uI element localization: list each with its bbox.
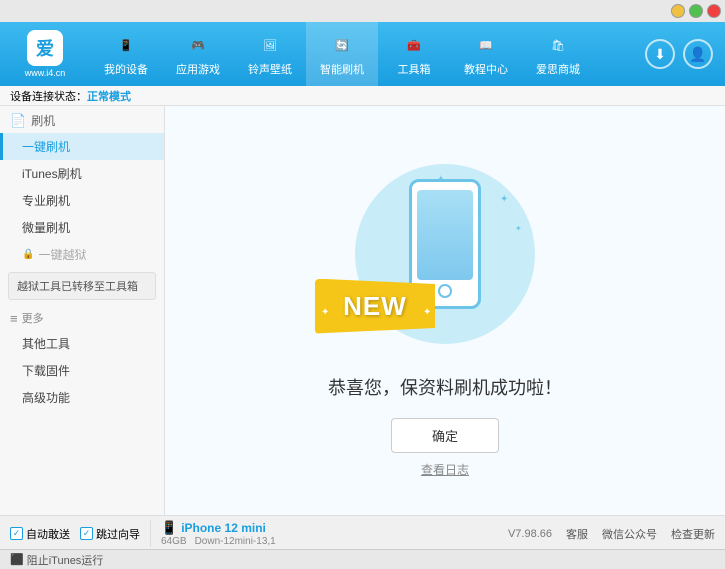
- success-illustration: ✦ ✦ ✦ ✧ NEW ✦ ✦: [305, 144, 585, 364]
- connection-status: 正常模式: [87, 88, 131, 104]
- minimize-button[interactable]: [671, 4, 685, 18]
- flash-section-icon: 📄: [10, 113, 26, 129]
- footer-upper: ✓ 自动敢送 ✓ 跳过向导 📱 iPhone 12 mini 64GB Down…: [0, 516, 725, 549]
- user-button[interactable]: 👤: [683, 39, 713, 69]
- my-device-icon: 📱: [112, 31, 140, 59]
- phone-screen: [417, 190, 473, 280]
- skip-wizard-check-icon: ✓: [80, 527, 93, 540]
- nav-items: 📱 我的设备 🎮 应用游戏 🖼 铃声壁纸 🔄 智能刷机 🧰 工具箱 📖 教程中心…: [90, 22, 645, 86]
- header-right: ⬇ 👤: [645, 39, 725, 69]
- nav-my-device-label: 我的设备: [104, 61, 148, 77]
- skip-wizard-checkbox[interactable]: ✓ 跳过向导: [80, 526, 140, 542]
- nav-smart-flash[interactable]: 🔄 智能刷机: [306, 22, 378, 86]
- phone-home-button: [438, 284, 452, 298]
- sidebar-info-box: 越狱工具已转移至工具箱: [8, 272, 156, 300]
- nav-tutorial-label: 教程中心: [464, 61, 508, 77]
- device-info: 📱 iPhone 12 mini 64GB Down-12mini-13,1: [150, 520, 276, 547]
- skip-wizard-label: 跳过向导: [96, 526, 140, 542]
- connection-label: 设备连接状态：: [10, 88, 87, 104]
- nav-wallpaper-label: 铃声壁纸: [248, 61, 292, 77]
- auto-send-checkbox[interactable]: ✓ 自动敢送: [10, 526, 70, 542]
- sidebar-section-more: ≡ 更多: [0, 304, 164, 330]
- close-button[interactable]: [707, 4, 721, 18]
- sidebar-item-other-tools[interactable]: 其他工具: [0, 330, 164, 357]
- sparkle-2: ✦: [500, 194, 508, 205]
- header: 爱 www.i4.cn 📱 我的设备 🎮 应用游戏 🖼 铃声壁纸 🔄 智能刷机 …: [0, 22, 725, 86]
- nav-mall-label: 爱思商城: [536, 61, 580, 77]
- version-label: V7.98.66: [508, 528, 552, 540]
- sparkle-3: ✦: [515, 224, 522, 233]
- footer: ✓ 自动敢送 ✓ 跳过向导 📱 iPhone 12 mini 64GB Down…: [0, 515, 725, 569]
- sidebar: 📄 刷机 一键刷机 iTunes刷机 专业刷机 微量刷机 🔒 一键越狱 越狱工具…: [0, 106, 165, 515]
- banner-text: NEW: [343, 291, 407, 322]
- lock-icon: 🔒: [22, 249, 34, 260]
- footer-right-links: V7.98.66 客服 微信公众号 检查更新: [508, 526, 715, 542]
- device-icon: 📱: [161, 520, 177, 536]
- customer-service-link[interactable]: 客服: [566, 526, 588, 542]
- nav-tutorial[interactable]: 📖 教程中心: [450, 22, 522, 86]
- nav-mall[interactable]: 🛍 爱思商城: [522, 22, 594, 86]
- check-update-link[interactable]: 检查更新: [671, 526, 715, 542]
- auto-send-check-icon: ✓: [10, 527, 23, 540]
- title-bar: [0, 0, 725, 22]
- tutorial-icon: 📖: [472, 31, 500, 59]
- logo-url: www.i4.cn: [25, 68, 66, 78]
- sidebar-item-data-flash[interactable]: 微量刷机: [0, 214, 164, 241]
- banner-star-left: ✦: [321, 307, 329, 318]
- goto-daily-link[interactable]: 查看日志: [421, 461, 469, 478]
- sidebar-item-pro-flash[interactable]: 专业刷机: [0, 187, 164, 214]
- nav-apps-games[interactable]: 🎮 应用游戏: [162, 22, 234, 86]
- logo-icon: 爱: [27, 30, 63, 66]
- banner-star-right: ✦: [423, 307, 431, 318]
- content-area: ✦ ✦ ✦ ✧ NEW ✦ ✦ 恭喜您，保资料刷机成功啦！ 确定 查看日志: [165, 106, 725, 515]
- device-model: Down-12mini-13,1: [195, 536, 276, 547]
- more-section-icon: ≡: [10, 311, 18, 326]
- connection-status-bar: 设备连接状态： 正常模式: [0, 86, 725, 106]
- stop-itunes-icon: ⬛: [10, 553, 24, 566]
- stop-itunes-label: 阻止iTunes运行: [27, 552, 104, 568]
- sidebar-item-download-firmware[interactable]: 下载固件: [0, 357, 164, 384]
- footer-lower: ⬛ 阻止iTunes运行: [0, 549, 725, 569]
- device-storage: 64GB: [161, 536, 187, 547]
- footer-checkboxes: ✓ 自动敢送 ✓ 跳过向导: [10, 526, 140, 542]
- flash-section-label: 刷机: [31, 112, 55, 129]
- device-name: iPhone 12 mini: [181, 521, 266, 535]
- sidebar-item-itunes-flash[interactable]: iTunes刷机: [0, 160, 164, 187]
- sidebar-item-one-click-flash[interactable]: 一键刷机: [0, 133, 164, 160]
- logo[interactable]: 爱 www.i4.cn: [0, 30, 90, 78]
- smart-flash-icon: 🔄: [328, 31, 356, 59]
- wallpaper-icon: 🖼: [256, 31, 284, 59]
- mall-icon: 🛍: [544, 31, 572, 59]
- nav-smart-flash-label: 智能刷机: [320, 61, 364, 77]
- confirm-button[interactable]: 确定: [391, 418, 499, 453]
- nav-toolbox[interactable]: 🧰 工具箱: [378, 22, 450, 86]
- success-message: 恭喜您，保资料刷机成功啦！: [328, 374, 562, 400]
- nav-my-device[interactable]: 📱 我的设备: [90, 22, 162, 86]
- nav-wallpaper[interactable]: 🖼 铃声壁纸: [234, 22, 306, 86]
- sidebar-jailbreak-locked: 🔒 一键越狱: [0, 241, 164, 268]
- download-button[interactable]: ⬇: [645, 39, 675, 69]
- illus-banner: NEW: [315, 279, 435, 334]
- nav-apps-games-label: 应用游戏: [176, 61, 220, 77]
- sidebar-section-flash: 📄 刷机: [0, 106, 164, 133]
- main-layout: 📄 刷机 一键刷机 iTunes刷机 专业刷机 微量刷机 🔒 一键越狱 越狱工具…: [0, 106, 725, 515]
- toolbox-icon: 🧰: [400, 31, 428, 59]
- wechat-link[interactable]: 微信公众号: [602, 526, 657, 542]
- apps-games-icon: 🎮: [184, 31, 212, 59]
- stop-itunes[interactable]: ⬛ 阻止iTunes运行: [10, 552, 103, 568]
- maximize-button[interactable]: [689, 4, 703, 18]
- auto-send-label: 自动敢送: [26, 526, 70, 542]
- nav-toolbox-label: 工具箱: [398, 61, 431, 77]
- sidebar-item-advanced[interactable]: 高级功能: [0, 384, 164, 411]
